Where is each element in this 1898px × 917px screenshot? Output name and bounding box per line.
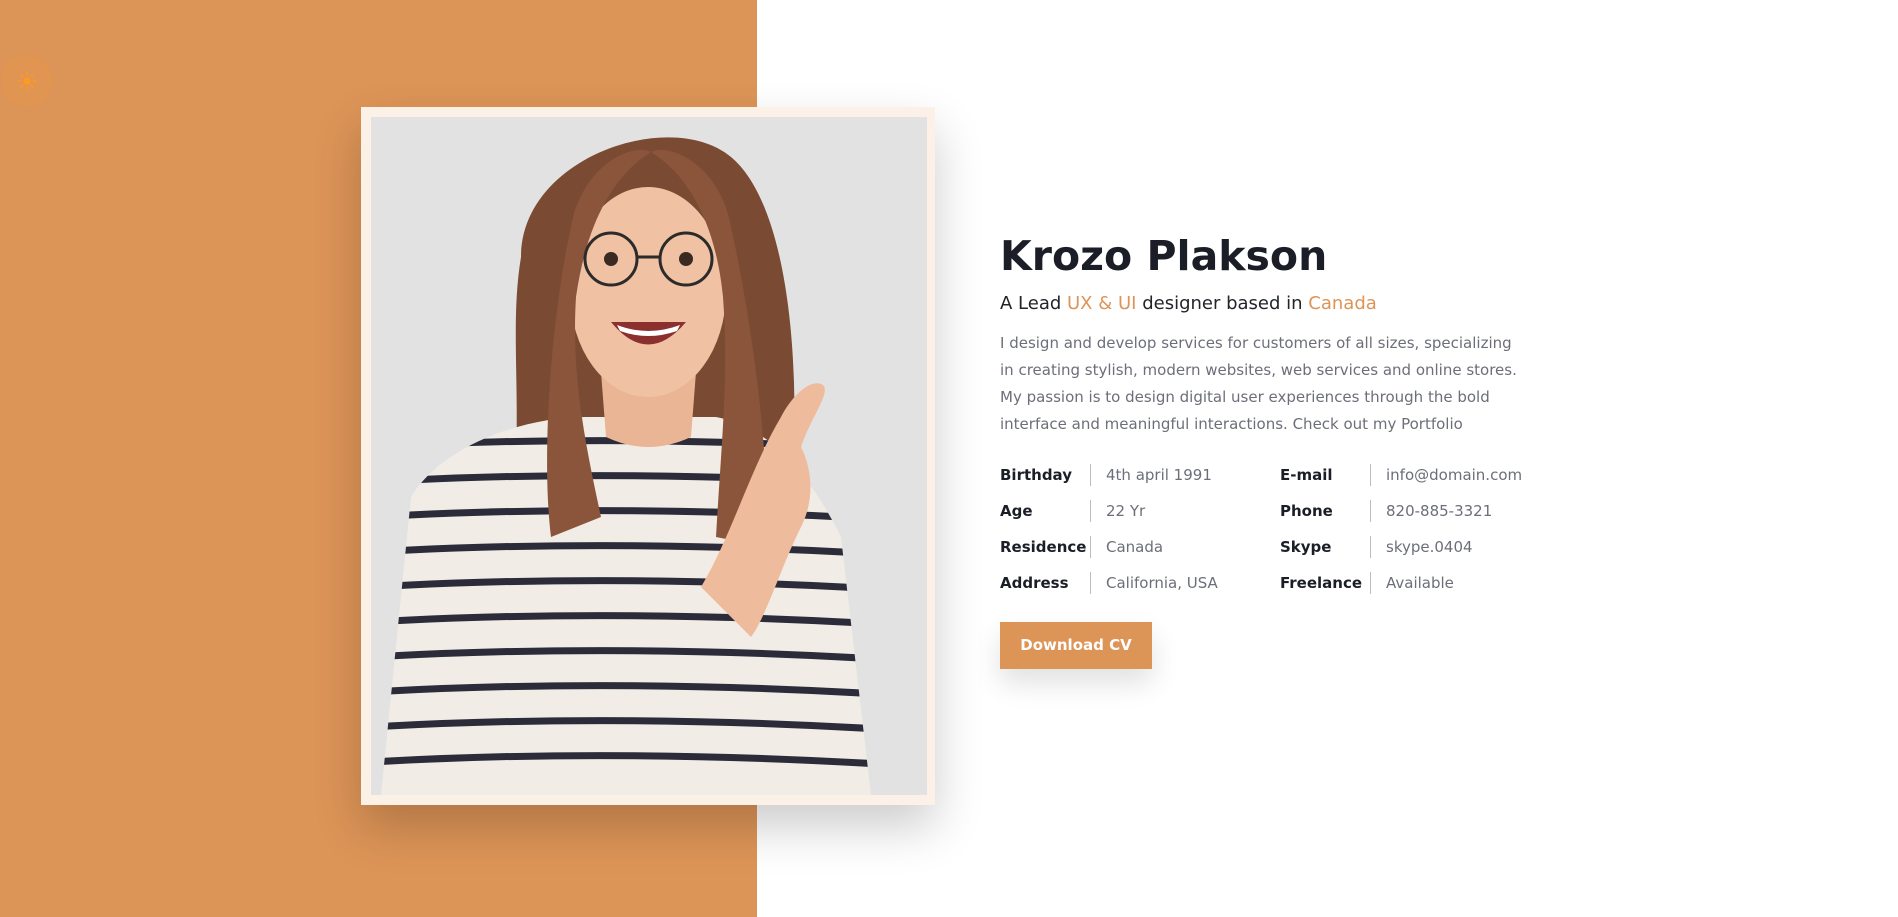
tagline-skill: UX & UI bbox=[1067, 293, 1137, 314]
profile-bio: I design and develop services for custom… bbox=[1000, 334, 1517, 433]
info-row-residence: Residence Canada bbox=[1000, 535, 1280, 558]
profile-portrait-illustration bbox=[371, 117, 927, 795]
info-row-skype: Skype skype.0404 bbox=[1280, 535, 1540, 558]
info-value: info@domain.com bbox=[1386, 465, 1523, 484]
info-label: Skype bbox=[1280, 537, 1332, 556]
info-value: Canada bbox=[1106, 537, 1164, 556]
info-divider bbox=[1090, 571, 1091, 594]
info-label: E-mail bbox=[1280, 465, 1333, 484]
tagline-prefix: A Lead bbox=[1000, 293, 1067, 314]
info-label: Phone bbox=[1280, 501, 1333, 520]
info-value: 22 Yr bbox=[1106, 501, 1146, 520]
tagline-middle: designer based in bbox=[1136, 293, 1309, 314]
info-divider bbox=[1090, 463, 1091, 486]
profile-tagline: A Lead UX & UI designer based in Canada bbox=[1000, 292, 1560, 316]
info-value: 4th april 1991 bbox=[1106, 465, 1212, 484]
info-value: 820-885-3321 bbox=[1386, 501, 1493, 520]
personal-info-grid: Birthday 4th april 1991 E-mail info@doma… bbox=[1000, 463, 1560, 594]
profile-photo-frame bbox=[361, 107, 935, 805]
tagline-location: Canada bbox=[1308, 293, 1377, 314]
info-row-email: E-mail info@domain.com bbox=[1280, 463, 1540, 486]
info-divider bbox=[1370, 535, 1371, 558]
info-label: Age bbox=[1000, 501, 1033, 520]
info-divider bbox=[1370, 571, 1371, 594]
info-value: California, USA bbox=[1106, 573, 1218, 592]
profile-photo bbox=[371, 117, 927, 795]
info-value: Available bbox=[1386, 573, 1454, 592]
info-value: skype.0404 bbox=[1386, 537, 1473, 556]
info-divider bbox=[1370, 499, 1371, 522]
info-row-phone: Phone 820-885-3321 bbox=[1280, 499, 1540, 522]
info-label: Freelance bbox=[1280, 573, 1363, 592]
download-cv-button[interactable]: Download CV bbox=[1000, 622, 1152, 669]
info-label: Residence bbox=[1000, 537, 1087, 556]
info-divider bbox=[1370, 463, 1371, 486]
about-content: Krozo Plakson A Lead UX & UI designer ba… bbox=[1000, 232, 1560, 669]
info-divider bbox=[1090, 535, 1091, 558]
info-label: Birthday bbox=[1000, 465, 1072, 484]
profile-name: Krozo Plakson bbox=[1000, 232, 1328, 280]
info-row-freelance: Freelance Available bbox=[1280, 571, 1540, 594]
theme-toggle-button[interactable] bbox=[2, 56, 51, 105]
info-row-birthday: Birthday 4th april 1991 bbox=[1000, 463, 1280, 486]
info-row-address: Address California, USA bbox=[1000, 571, 1280, 594]
info-row-age: Age 22 Yr bbox=[1000, 499, 1280, 522]
info-divider bbox=[1090, 499, 1091, 522]
info-label: Address bbox=[1000, 573, 1069, 592]
sun-icon bbox=[17, 71, 36, 90]
